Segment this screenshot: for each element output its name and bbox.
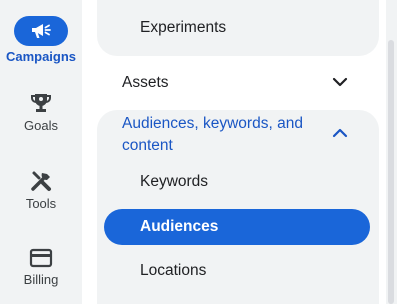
nav-item-keywords[interactable]: Keywords	[104, 164, 370, 200]
nav-item-audiences[interactable]: Audiences	[104, 209, 370, 245]
nav-item-locations[interactable]: Locations	[104, 253, 370, 289]
rail-label-tools: Tools	[25, 196, 57, 211]
rail-item-campaigns[interactable]: Campaigns	[0, 16, 82, 64]
assets-label: Assets	[122, 74, 169, 91]
experiments-label: Experiments	[140, 19, 227, 36]
audiences-section-label[interactable]: Audiences, keywords, and content	[122, 113, 332, 157]
megaphone-icon	[32, 24, 51, 38]
scrollbar-thumb[interactable]	[388, 40, 394, 304]
tools-icon	[31, 171, 51, 191]
rail-item-billing[interactable]: Billing	[0, 248, 82, 287]
keywords-label: Keywords	[140, 173, 209, 190]
rail-item-tools[interactable]: Tools	[0, 170, 82, 211]
rail-label-goals: Goals	[24, 118, 58, 133]
chevron-down-icon[interactable]	[332, 76, 348, 88]
billing-card-icon	[29, 248, 53, 268]
locations-label: Locations	[140, 262, 207, 279]
audiences-label: Audiences	[140, 218, 219, 235]
rail-item-goals[interactable]: Goals	[0, 92, 82, 133]
campaigns-pill	[14, 16, 68, 46]
navigation-rail: Campaigns Goals Tools Billing	[0, 0, 82, 304]
rail-label-campaigns: Campaigns	[5, 49, 77, 64]
rail-label-billing: Billing	[23, 272, 59, 287]
chevron-up-icon[interactable]	[332, 127, 348, 139]
trophy-icon	[31, 94, 51, 112]
